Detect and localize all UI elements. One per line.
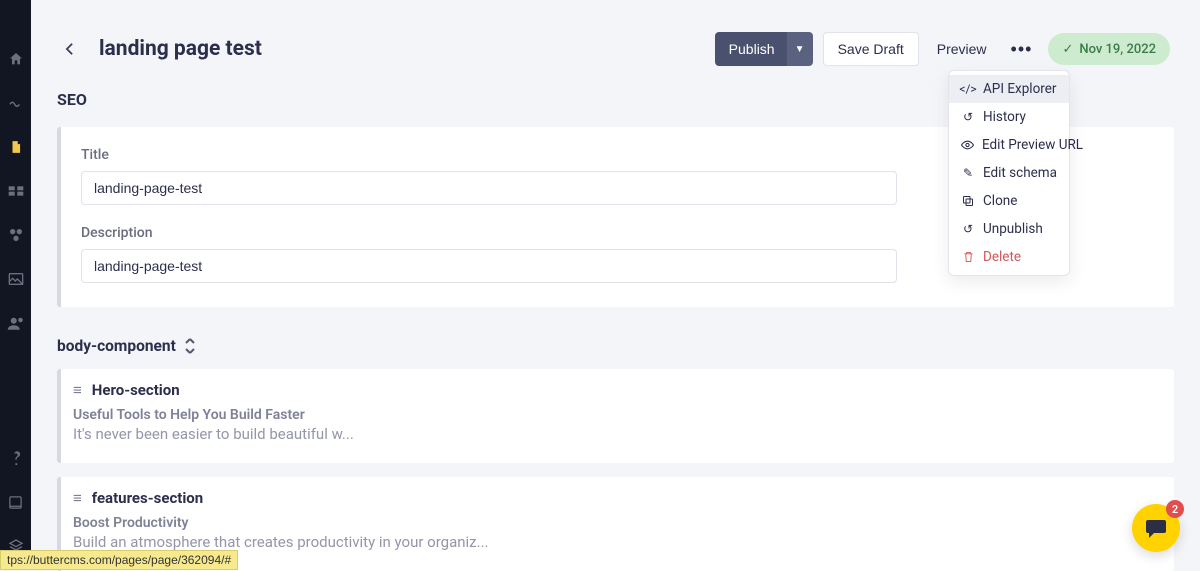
sidebar-nav	[0, 0, 31, 570]
menu-item-edit-preview-url[interactable]: Edit Preview URL	[949, 131, 1069, 159]
block-header: ≡ features-section	[73, 489, 1158, 507]
undo-icon: ↺	[961, 222, 975, 236]
block-name: Hero-section	[92, 381, 180, 399]
page-icon[interactable]	[7, 138, 25, 156]
publish-caret-button[interactable]: ▼	[787, 32, 813, 66]
block-header: ≡ Hero-section	[73, 381, 1158, 399]
code-icon: </>	[961, 82, 975, 96]
page-header: landing page test Publish ▼ Save Draft P…	[31, 0, 1200, 76]
menu-item-label: Delete	[983, 249, 1021, 265]
help-icon[interactable]	[7, 449, 25, 467]
block-subtitle: Boost Productivity	[73, 515, 1158, 531]
body-component-label: body-component	[57, 337, 176, 355]
sort-icon[interactable]	[184, 338, 196, 354]
block-description: Build an atmosphere that creates product…	[73, 533, 1158, 551]
menu-item-label: Edit schema	[983, 165, 1057, 181]
main-area: landing page test Publish ▼ Save Draft P…	[31, 0, 1200, 570]
menu-item-label: Edit Preview URL	[982, 137, 1083, 153]
menu-item-unpublish[interactable]: ↺ Unpublish	[949, 215, 1069, 243]
trash-icon	[961, 251, 975, 263]
description-input[interactable]	[81, 249, 897, 283]
wave-icon[interactable]	[7, 94, 25, 112]
more-menu-dropdown: </> API Explorer ↺ History Edit Preview …	[948, 70, 1070, 276]
book-icon[interactable]	[7, 493, 25, 511]
block-name: features-section	[92, 489, 203, 507]
back-button[interactable]	[57, 37, 81, 61]
body-component-heading: body-component	[57, 337, 1174, 355]
preview-button[interactable]: Preview	[929, 32, 995, 66]
publish-button-group: Publish ▼	[715, 32, 813, 66]
component-block-hero[interactable]: ≡ Hero-section Useful Tools to Help You …	[57, 369, 1174, 463]
status-pill: ✓ Nov 19, 2022	[1048, 33, 1170, 65]
menu-item-delete[interactable]: Delete	[949, 243, 1069, 271]
history-icon: ↺	[961, 110, 975, 124]
grid-icon[interactable]	[7, 182, 25, 200]
more-menu-button[interactable]: •••	[1005, 32, 1039, 66]
save-draft-button[interactable]: Save Draft	[823, 32, 919, 66]
menu-item-label: Unpublish	[983, 221, 1043, 237]
eye-icon	[961, 140, 974, 150]
users-icon[interactable]	[7, 314, 25, 332]
menu-item-edit-schema[interactable]: ✎ Edit schema	[949, 159, 1069, 187]
chat-bubble-button[interactable]: 2	[1132, 504, 1180, 552]
check-icon: ✓	[1062, 42, 1073, 57]
components-icon[interactable]	[7, 226, 25, 244]
menu-item-api-explorer[interactable]: </> API Explorer	[949, 75, 1069, 103]
menu-item-history[interactable]: ↺ History	[949, 103, 1069, 131]
page-title: landing page test	[99, 37, 262, 61]
image-icon[interactable]	[7, 270, 25, 288]
copy-icon	[961, 195, 975, 207]
home-icon[interactable]	[7, 50, 25, 68]
menu-item-label: Clone	[983, 193, 1017, 209]
menu-item-label: API Explorer	[983, 81, 1056, 97]
publish-button[interactable]: Publish	[715, 32, 787, 66]
chat-badge: 2	[1166, 500, 1184, 518]
url-preview: tps://buttercms.com/pages/page/362094/#	[0, 550, 238, 570]
pencil-icon: ✎	[961, 166, 975, 180]
status-date: Nov 19, 2022	[1079, 42, 1156, 57]
block-subtitle: Useful Tools to Help You Build Faster	[73, 407, 1158, 423]
header-actions: Publish ▼ Save Draft Preview ••• ✓ Nov 1…	[715, 32, 1170, 66]
menu-item-clone[interactable]: Clone	[949, 187, 1069, 215]
drag-handle-icon[interactable]: ≡	[73, 489, 82, 507]
drag-handle-icon[interactable]: ≡	[73, 381, 82, 399]
block-description: It's never been easier to build beautifu…	[73, 425, 1158, 443]
title-input[interactable]	[81, 171, 897, 205]
menu-item-label: History	[983, 109, 1026, 125]
